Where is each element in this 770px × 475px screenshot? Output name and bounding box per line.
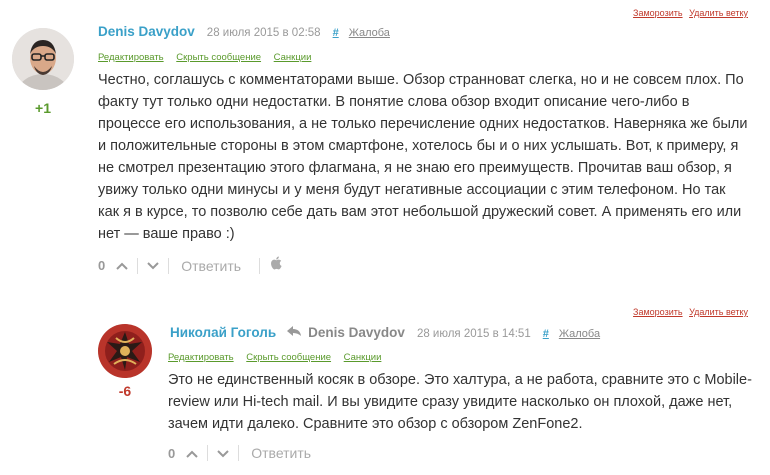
author-name[interactable]: Николай Гоголь (170, 325, 276, 340)
divider (168, 257, 170, 274)
comment-header: Denis Davydov 28 июля 2015 в 02:58 # Жал… (98, 24, 390, 39)
reply-to-author[interactable]: Denis Davydov (308, 325, 405, 340)
comment-rating: -6 (118, 383, 132, 399)
delete-branch-link[interactable]: Удалить ветку (689, 8, 748, 18)
author-name[interactable]: Denis Davydov (98, 24, 195, 39)
chevron-up-icon (116, 262, 128, 270)
edit-link[interactable]: Редактировать (98, 52, 164, 63)
divider (207, 445, 209, 461)
divider (259, 257, 261, 274)
hide-message-link[interactable]: Скрыть сообщение (246, 352, 331, 363)
freeze-link[interactable]: Заморозить (633, 8, 683, 18)
freeze-link[interactable]: Заморозить (633, 307, 683, 317)
apple-icon (270, 256, 282, 275)
comment-rating: +1 (35, 100, 51, 116)
thread-actions: Заморозить Удалить ветку (629, 307, 748, 317)
comment-footer: 0 Ответить (98, 256, 282, 275)
delete-branch-link[interactable]: Удалить ветку (689, 307, 748, 317)
avatar[interactable] (98, 324, 152, 378)
chevron-down-icon (217, 449, 229, 457)
hide-message-link[interactable]: Скрыть сообщение (176, 52, 261, 63)
complaint-link[interactable]: Жалоба (349, 27, 390, 39)
comment-text: Это не единственный косяк в обзоре. Это … (168, 372, 752, 432)
permalink-hash[interactable]: # (333, 27, 339, 39)
divider (137, 257, 139, 274)
avatar[interactable] (12, 28, 74, 90)
comment-date: 28 июля 2015 в 14:51 (416, 328, 531, 340)
upvote-button[interactable] (183, 446, 201, 461)
thread-actions: Заморозить Удалить ветку (629, 8, 748, 18)
moderation-links: Редактировать Скрыть сообщение Санкции (168, 352, 391, 363)
moderation-links: Редактировать Скрыть сообщение Санкции (98, 52, 321, 63)
comment-footer: 0 Ответить (168, 445, 311, 461)
downvote-button[interactable] (144, 258, 162, 273)
edit-link[interactable]: Редактировать (168, 352, 234, 363)
reply-button[interactable]: Ответить (181, 258, 241, 274)
permalink-hash[interactable]: # (543, 328, 549, 340)
vote-score: 0 (98, 258, 106, 273)
chevron-up-icon (186, 450, 198, 458)
vote-score: 0 (168, 445, 176, 461)
user-photo (12, 28, 74, 90)
comment-header: Николай Гоголь Denis Davydov 28 июля 201… (170, 324, 600, 340)
downvote-button[interactable] (214, 446, 232, 461)
reply-arrow-icon (286, 324, 302, 340)
divider (238, 445, 240, 461)
user-photo (98, 324, 152, 378)
comment-text: Честно, соглашусь с комментаторами выше.… (98, 72, 748, 242)
upvote-button[interactable] (113, 258, 131, 273)
chevron-down-icon (147, 262, 159, 270)
comment-date: 28 июля 2015 в 02:58 (206, 27, 321, 39)
sanctions-link[interactable]: Санкции (344, 352, 382, 363)
sanctions-link[interactable]: Санкции (274, 52, 312, 63)
complaint-link[interactable]: Жалоба (559, 328, 600, 340)
reply-button[interactable]: Ответить (251, 445, 311, 461)
